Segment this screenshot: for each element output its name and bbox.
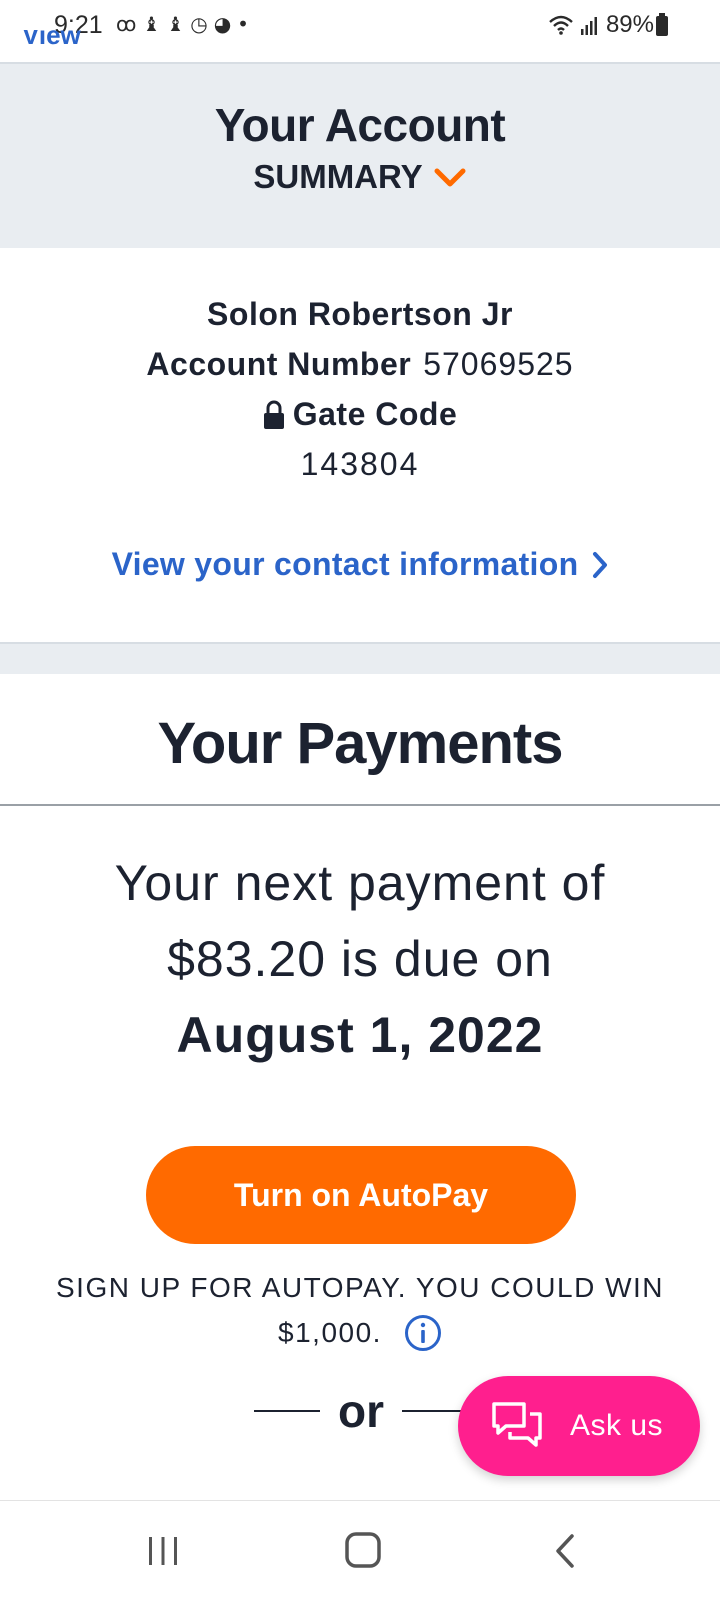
wifi-icon xyxy=(549,15,573,35)
section-divider xyxy=(0,642,720,674)
ask-us-chat-button[interactable]: Ask us xyxy=(458,1376,700,1476)
or-separator: or xyxy=(254,1384,468,1438)
gate-code-value: 143804 xyxy=(300,446,420,482)
view-contact-info-link[interactable]: View your contact information xyxy=(0,546,720,583)
payment-due-date: August 1, 2022 xyxy=(176,1007,544,1063)
status-right-group: 89% xyxy=(548,11,654,39)
contact-link-label: View your contact information xyxy=(111,546,579,582)
chevron-down-icon xyxy=(434,168,466,187)
or-label: or xyxy=(338,1385,384,1437)
account-number-row: Account Number 57069525 xyxy=(0,346,720,383)
battery-percentage: 89% xyxy=(605,11,654,38)
info-icon[interactable] xyxy=(404,1314,442,1352)
next-payment-text: Your next payment of xyxy=(114,855,606,911)
status-notification-icons: ꝏ ♝ ♝ ◷ ◕ • xyxy=(116,12,249,36)
or-line-left xyxy=(254,1410,320,1412)
chevron-right-icon xyxy=(593,551,608,578)
back-icon[interactable] xyxy=(554,1533,576,1569)
system-navigation-bar xyxy=(0,1500,720,1600)
autopay-promo-text: SIGN UP FOR AUTOPAY. YOU COULD WIN xyxy=(55,1272,664,1303)
notification-icon: ♝ xyxy=(166,12,185,36)
partial-view-link[interactable]: View xyxy=(22,30,81,48)
summary-toggle[interactable]: SUMMARY xyxy=(0,158,720,196)
lock-icon xyxy=(263,400,284,429)
ask-us-label: Ask us xyxy=(570,1409,664,1442)
gate-code-row: Gate Code xyxy=(0,396,720,433)
payments-title: Your Payments xyxy=(157,711,564,776)
more-dot-icon: • xyxy=(237,12,249,36)
status-bar: 9:21 ꝏ ♝ ♝ ◷ ◕ • 89% xyxy=(0,0,720,48)
chat-bubbles-icon xyxy=(492,1402,542,1447)
notification-icon: ♝ xyxy=(142,12,161,36)
battery-icon xyxy=(656,13,668,36)
chrome-icon: ◕ xyxy=(213,12,232,36)
clock-app-icon: ◷ xyxy=(190,12,208,36)
account-number-label: Account Number xyxy=(146,346,412,382)
home-icon[interactable] xyxy=(344,1531,382,1569)
autopay-promo-amount-row: $1,000. xyxy=(0,1314,720,1352)
payments-divider xyxy=(0,804,720,806)
signal-icon xyxy=(580,17,597,35)
account-number-value: 57069525 xyxy=(423,346,574,382)
turn-on-autopay-button[interactable]: Turn on AutoPay xyxy=(146,1146,576,1244)
recent-apps-icon[interactable] xyxy=(146,1535,180,1567)
summary-label: SUMMARY xyxy=(253,158,423,195)
gate-code-label: Gate Code xyxy=(292,396,458,432)
or-line-right xyxy=(402,1410,468,1412)
account-title: Your Account xyxy=(214,99,506,151)
account-details-card: Solon Robertson Jr Account Number 570695… xyxy=(0,248,720,642)
next-payment-amount-text: $83.20 is due on xyxy=(167,931,553,987)
voicemail-icon: ꝏ xyxy=(116,12,137,36)
autopay-promo-amount: $1,000. xyxy=(278,1317,382,1348)
account-summary-header: Your Account SUMMARY xyxy=(0,62,720,248)
account-holder-name: Solon Robertson Jr xyxy=(207,296,513,332)
